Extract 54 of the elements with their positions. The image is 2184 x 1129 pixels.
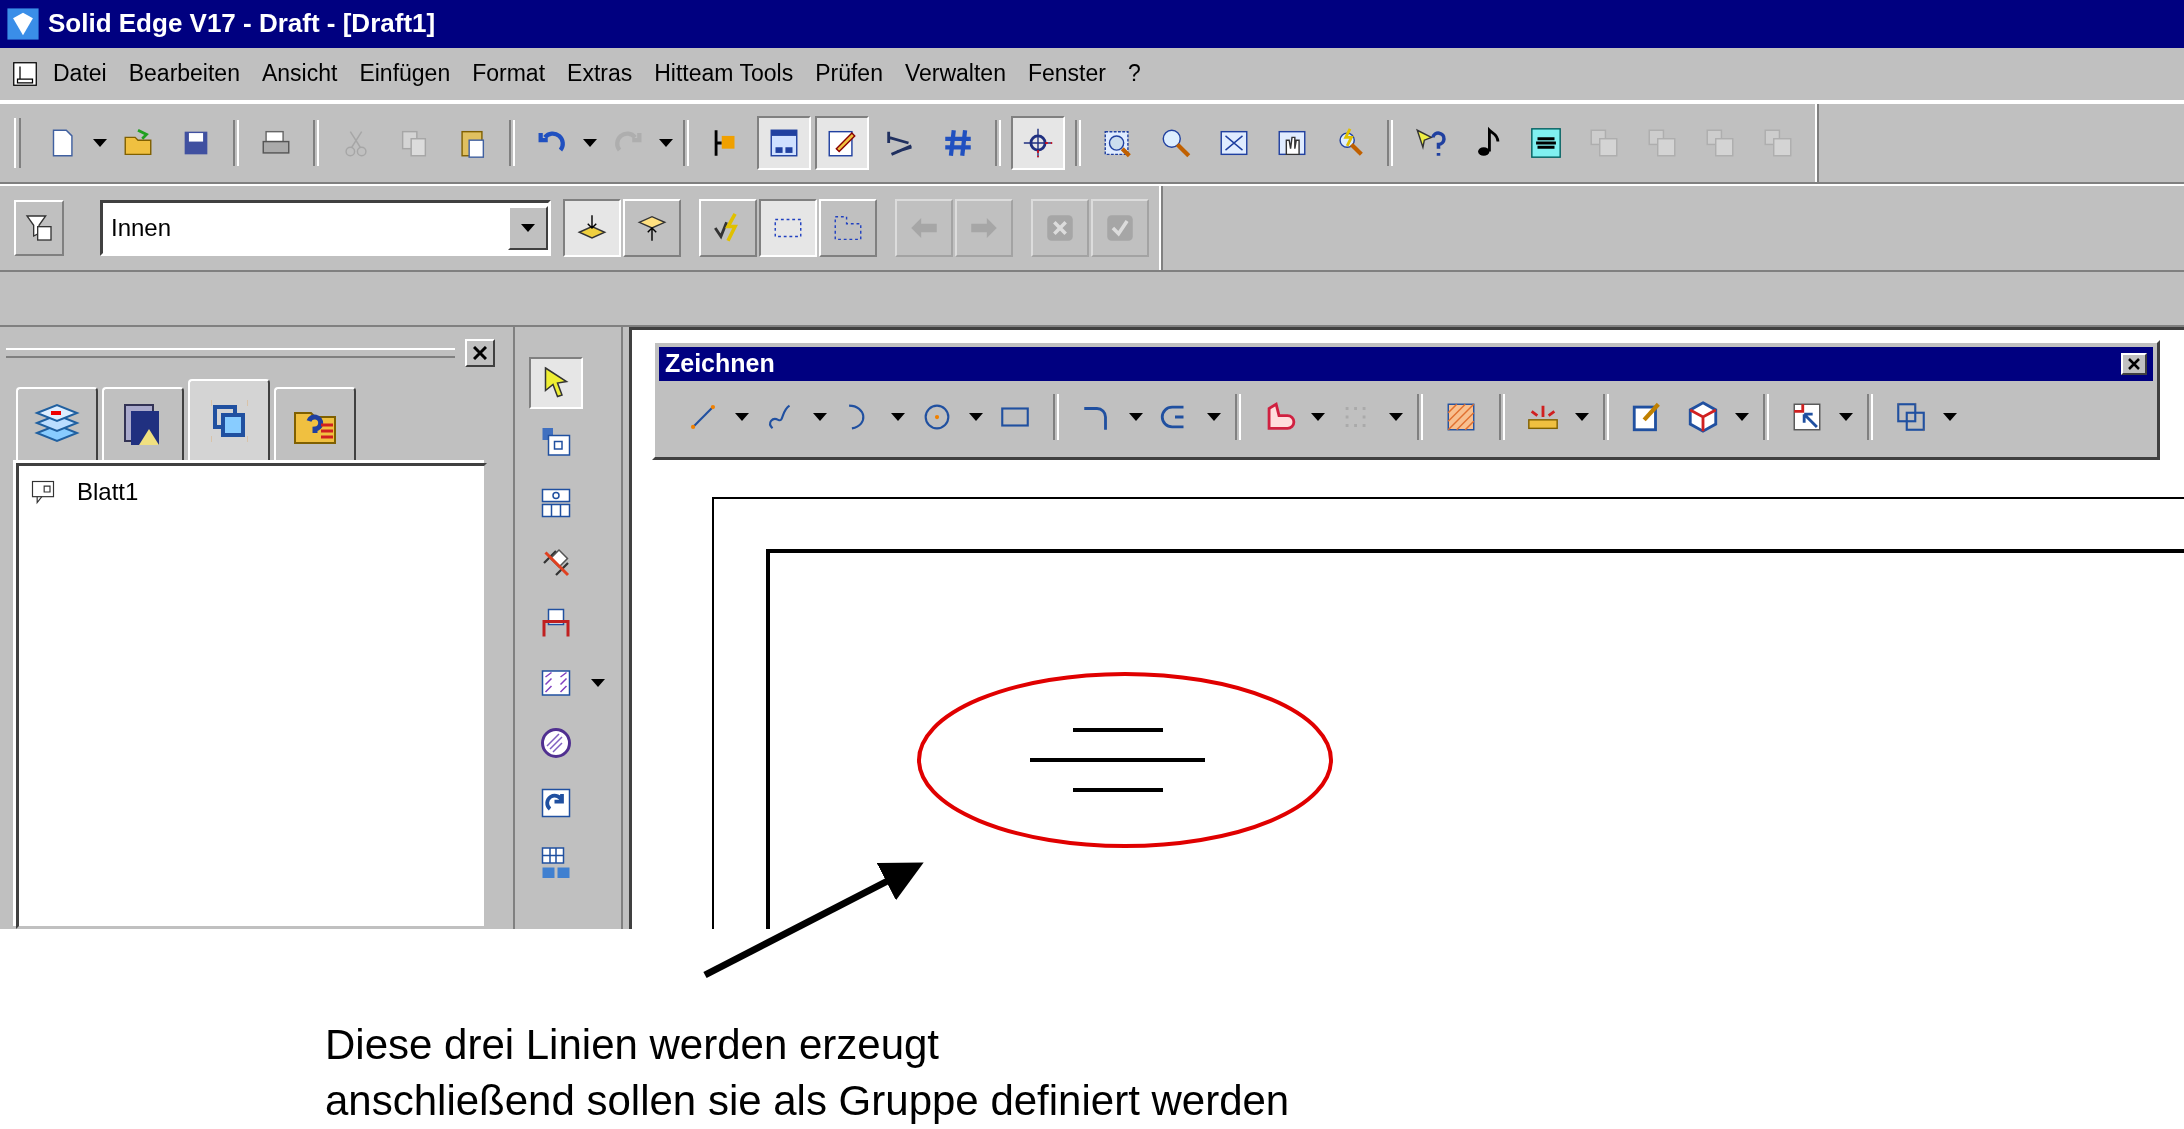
combo-box[interactable]: Innen <box>100 199 551 256</box>
align-icon <box>1529 125 1563 160</box>
annotation-text: Diese drei Linien werden erzeugt anschließend sollen sie als Gruppe definiert werden <box>325 1020 1290 1126</box>
caret-icon[interactable] <box>1389 412 1403 421</box>
window-title: Solid Edge V17 - Draft - [Draft1] <box>48 8 436 40</box>
combo-value: Innen <box>110 213 173 242</box>
caret-icon[interactable] <box>1207 412 1221 421</box>
caret-icon[interactable] <box>1735 412 1749 421</box>
panel-tab[interactable] <box>16 386 98 463</box>
caret-icon[interactable] <box>93 138 107 147</box>
dropdown-button[interactable] <box>508 205 548 250</box>
caret-icon[interactable] <box>591 678 605 687</box>
caret-icon[interactable] <box>1575 412 1589 421</box>
menu-item[interactable]: Ansicht <box>252 56 347 92</box>
tree-item[interactable]: Blatt1 <box>77 477 139 506</box>
toolbar-title: Zeichnen <box>665 349 775 379</box>
toolbar-button[interactable] <box>1011 115 1065 170</box>
close-icon <box>2128 357 2140 370</box>
menu-item[interactable]: Hitteam Tools <box>645 56 803 92</box>
menu-item[interactable]: Format <box>463 56 555 92</box>
toolbar-button[interactable] <box>815 115 869 170</box>
caret-icon[interactable] <box>1943 412 1957 421</box>
caret-icon[interactable] <box>891 412 905 421</box>
menu-item[interactable]: Prüfen <box>806 56 892 92</box>
cube-icon <box>1686 399 1720 434</box>
menu-item[interactable]: Einfügen <box>350 56 460 92</box>
toolbar-button[interactable] <box>563 198 621 257</box>
caret-icon[interactable] <box>735 412 749 421</box>
menu-item[interactable]: Fenster <box>1018 56 1115 92</box>
menu-item[interactable]: Bearbeiten <box>119 56 249 92</box>
caret-icon[interactable] <box>521 223 535 232</box>
caret-icon[interactable] <box>583 138 597 147</box>
panel-tab[interactable] <box>274 386 356 463</box>
panel-tab[interactable] <box>102 386 184 463</box>
caret-icon[interactable] <box>813 412 827 421</box>
caret-icon[interactable] <box>659 138 673 147</box>
close-button[interactable] <box>465 338 495 367</box>
menu-item[interactable]: Verwalten <box>895 56 1015 92</box>
toolbar-button[interactable] <box>757 115 811 170</box>
app-logo-icon <box>6 6 40 41</box>
caret-icon[interactable] <box>1839 412 1853 421</box>
toolbar-grip[interactable] <box>14 117 21 168</box>
close-icon <box>473 345 487 360</box>
caret-icon[interactable] <box>969 412 983 421</box>
filter-button[interactable] <box>14 199 64 256</box>
menu-item[interactable]: Datei <box>44 56 116 92</box>
caret-icon[interactable] <box>1129 412 1143 421</box>
caret-icon[interactable] <box>1311 412 1325 421</box>
panel-grip[interactable] <box>6 347 455 358</box>
close-button[interactable] <box>2121 352 2147 375</box>
panel-tab[interactable] <box>188 378 270 463</box>
menu-item[interactable]: Extras <box>558 56 642 92</box>
menu-item[interactable]: ? <box>1118 56 1150 92</box>
toolbar-button[interactable] <box>529 356 583 409</box>
